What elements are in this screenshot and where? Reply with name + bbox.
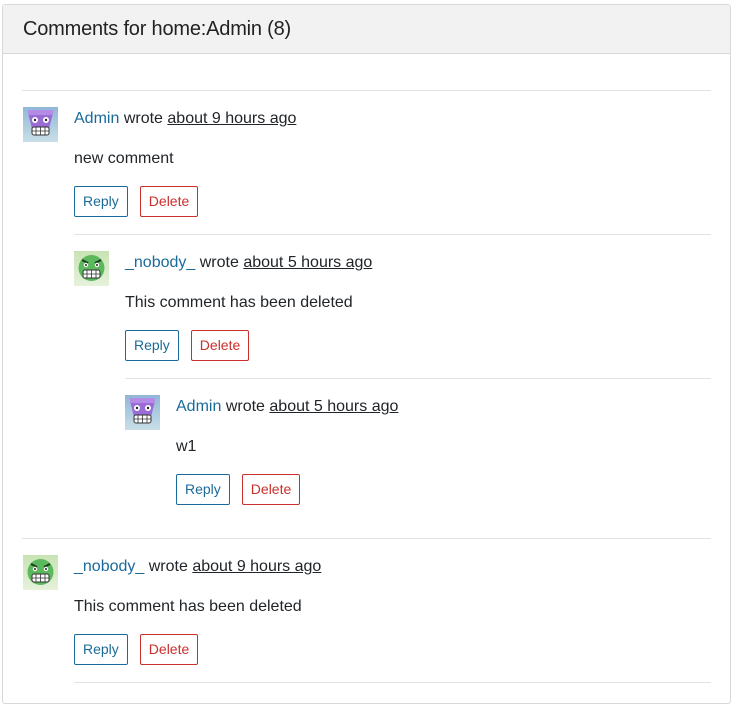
comment-text: This comment has been deleted	[125, 294, 353, 311]
comment-text: new comment	[74, 150, 174, 167]
green-grimace-avatar-icon	[23, 555, 58, 590]
divider	[74, 234, 711, 235]
comment-text: w1	[176, 438, 197, 455]
comment-actions: Reply Delete	[74, 634, 199, 665]
divider	[125, 378, 711, 379]
delete-button[interactable]: Delete	[190, 330, 250, 361]
comment-meta: _nobody_ wrote about 9 hours ago	[74, 558, 321, 576]
divider	[74, 682, 711, 683]
comment-actions: Reply Delete	[176, 474, 301, 505]
comment-meta: Admin wrote about 9 hours ago	[74, 110, 296, 128]
divider	[22, 538, 711, 539]
author-link[interactable]: Admin	[176, 398, 221, 415]
reply-button[interactable]: Reply	[74, 634, 128, 665]
wrote-label: wrote	[225, 398, 265, 415]
timestamp-link[interactable]: about 9 hours ago	[167, 110, 296, 127]
comment-meta: Admin wrote about 5 hours ago	[176, 398, 398, 416]
divider	[22, 90, 711, 91]
green-grimace-avatar-icon	[74, 251, 109, 286]
author-link[interactable]: _nobody_	[74, 558, 144, 575]
author-link[interactable]: Admin	[74, 110, 119, 127]
reply-button[interactable]: Reply	[125, 330, 179, 361]
comment-actions: Reply Delete	[125, 330, 250, 361]
wrote-label: wrote	[199, 254, 239, 271]
panel-header: Comments for home:Admin (8)	[3, 5, 730, 54]
purple-grin-avatar-icon	[125, 395, 160, 430]
delete-button[interactable]: Delete	[241, 474, 301, 505]
timestamp-link[interactable]: about 9 hours ago	[192, 558, 321, 575]
wrote-label: wrote	[148, 558, 188, 575]
comment-actions: Reply Delete	[74, 186, 199, 217]
reply-button[interactable]: Reply	[176, 474, 230, 505]
reply-button[interactable]: Reply	[74, 186, 128, 217]
purple-grin-avatar-icon	[23, 107, 58, 142]
panel-title: Comments for home:Admin (8)	[23, 17, 292, 40]
timestamp-link[interactable]: about 5 hours ago	[243, 254, 372, 271]
author-link[interactable]: _nobody_	[125, 254, 195, 271]
timestamp-link[interactable]: about 5 hours ago	[269, 398, 398, 415]
comment-meta: _nobody_ wrote about 5 hours ago	[125, 254, 372, 272]
delete-button[interactable]: Delete	[139, 186, 199, 217]
wrote-label: wrote	[123, 110, 163, 127]
delete-button[interactable]: Delete	[139, 634, 199, 665]
comment-text: This comment has been deleted	[74, 598, 302, 615]
